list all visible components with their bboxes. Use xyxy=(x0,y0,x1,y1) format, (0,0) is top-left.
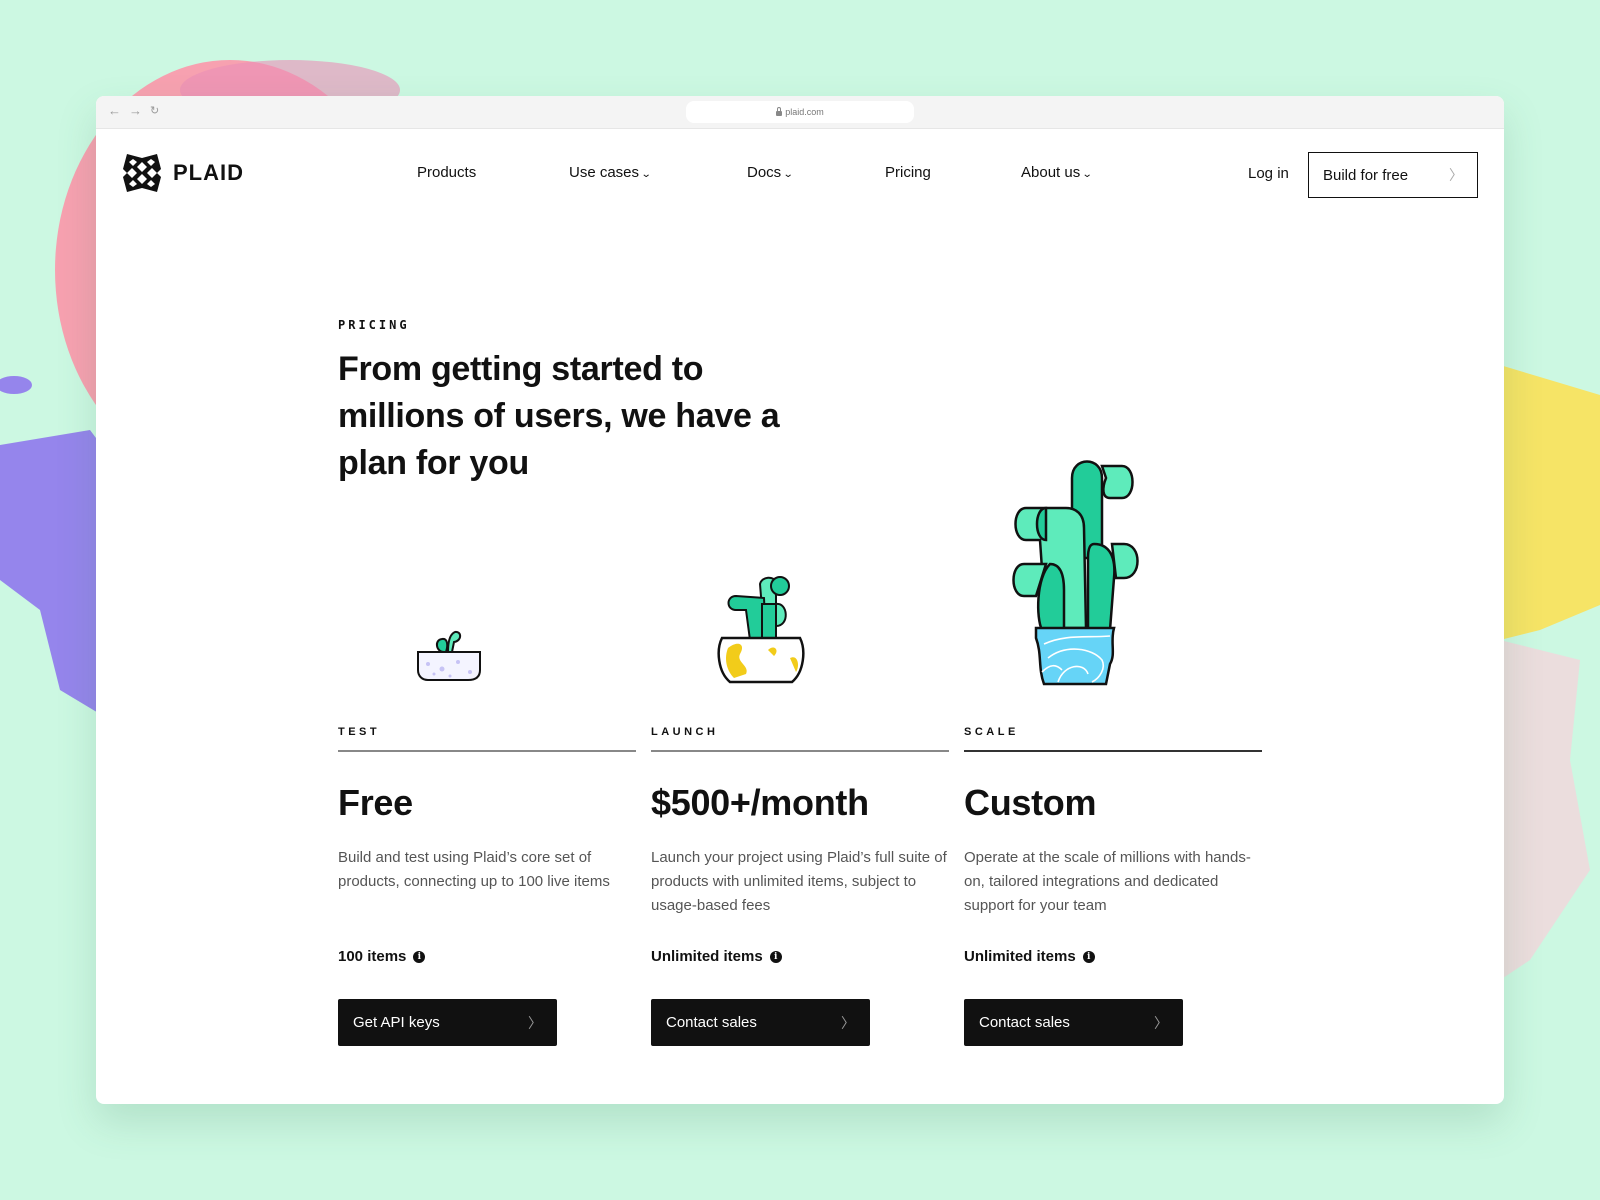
plan-card-launch: LAUNCH $500+/month Launch your project u… xyxy=(651,726,949,1046)
url-text: plaid.com xyxy=(785,107,824,117)
plan-tier: LAUNCH xyxy=(651,726,719,738)
nav-label: Products xyxy=(417,164,477,181)
cta-label: Contact sales xyxy=(666,1014,757,1031)
plan-description: Launch your project using Plaid’s full s… xyxy=(651,849,947,914)
plan-price: $500+/month xyxy=(651,782,869,823)
divider xyxy=(651,750,949,752)
plan-description: Build and test using Plaid’s core set of… xyxy=(338,849,610,890)
section-eyebrow: PRICING xyxy=(338,318,410,332)
site-header: PLAID Products Use cases ⌄ Docs ⌄ Pricing … xyxy=(96,128,1504,208)
plan-card-test: TEST Free Build and test using Plaid’s c… xyxy=(338,726,636,1046)
nav-products[interactable]: Products xyxy=(417,164,476,181)
chevron-down-icon: ⌄ xyxy=(782,169,794,180)
nav-label: Docs xyxy=(747,164,782,181)
plan-price: Custom xyxy=(964,782,1097,823)
chevron-right-icon: 〉 xyxy=(528,1014,542,1031)
divider xyxy=(964,750,1262,752)
yellow-blob xyxy=(1500,365,1600,640)
plan-items: Unlimited items i xyxy=(964,948,1262,965)
back-icon[interactable]: ← xyxy=(108,103,121,118)
chevron-right-icon: 〉 xyxy=(841,1014,855,1031)
nav-label: About us xyxy=(1021,164,1081,181)
contact-sales-button[interactable]: Contact sales 〉 xyxy=(651,999,870,1046)
plan-items-label: Unlimited items xyxy=(651,948,763,965)
logo-text: PLAID xyxy=(173,160,244,185)
light-pink-blob xyxy=(1500,640,1590,980)
browser-toolbar: ← → ↻ plaid.com xyxy=(96,96,1504,129)
plan-description: Operate at the scale of millions with ha… xyxy=(964,849,1251,914)
lock-icon xyxy=(776,106,783,116)
medium-plant-illustration xyxy=(717,576,805,684)
plan-tier: TEST xyxy=(338,726,381,738)
nav-label: Pricing xyxy=(885,164,931,181)
plan-items: Unlimited items i xyxy=(651,948,949,965)
chevron-down-icon: ⌄ xyxy=(1081,169,1093,180)
plaid-logo[interactable]: PLAID xyxy=(119,150,244,196)
info-icon[interactable]: i xyxy=(413,950,426,963)
page-title: From getting started to millions of user… xyxy=(338,350,780,482)
nav-about-us[interactable]: About us ⌄ xyxy=(1021,164,1093,181)
reload-icon[interactable]: ↻ xyxy=(150,104,159,118)
login-link[interactable]: Log in xyxy=(1248,165,1289,182)
info-icon[interactable]: i xyxy=(769,950,782,963)
contact-sales-button[interactable]: Contact sales 〉 xyxy=(964,999,1183,1046)
divider xyxy=(338,750,636,752)
chevron-right-icon: 〉 xyxy=(1449,167,1463,183)
info-icon[interactable]: i xyxy=(1082,950,1095,963)
plan-price: Free xyxy=(338,782,413,823)
build-label: Build for free xyxy=(1323,166,1409,184)
nav-use-cases[interactable]: Use cases ⌄ xyxy=(569,164,652,181)
forward-icon[interactable]: → xyxy=(129,103,142,118)
browser-window: ← → ↻ plaid.com PLAID Products Use cases… xyxy=(96,96,1504,1104)
purple-dot xyxy=(0,376,32,394)
large-plant-illustration xyxy=(1012,460,1139,686)
chevron-down-icon: ⌄ xyxy=(640,169,652,180)
plan-items: 100 items i xyxy=(338,948,636,965)
cta-label: Contact sales xyxy=(979,1014,1070,1031)
nav-label: Use cases xyxy=(569,164,640,181)
plan-items-label: 100 items xyxy=(338,948,407,965)
address-bar[interactable]: plaid.com xyxy=(686,101,914,123)
cta-label: Get API keys xyxy=(353,1014,440,1031)
small-plant-illustration xyxy=(417,630,481,681)
nav-pricing[interactable]: Pricing xyxy=(885,164,931,181)
plan-tier: SCALE xyxy=(964,726,1019,738)
plan-card-scale: SCALE Custom Operate at the scale of mil… xyxy=(964,726,1262,1046)
nav-docs[interactable]: Docs ⌄ xyxy=(747,164,794,181)
chevron-right-icon: 〉 xyxy=(1154,1014,1168,1031)
build-for-free-button[interactable]: Build for free 〉 xyxy=(1308,152,1478,198)
plan-items-label: Unlimited items xyxy=(964,948,1076,965)
plaid-logo-icon xyxy=(123,154,161,192)
get-api-keys-button[interactable]: Get API keys 〉 xyxy=(338,999,557,1046)
